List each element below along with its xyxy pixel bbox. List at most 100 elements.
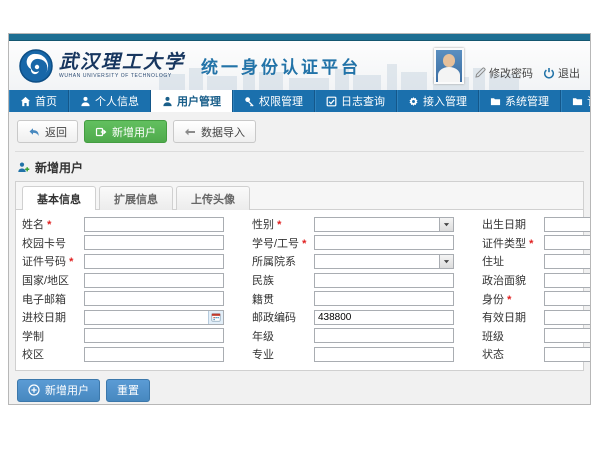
nav-tab-access[interactable]: 接入管理 bbox=[397, 90, 479, 112]
field-label-enroll-date: 进校日期 bbox=[22, 309, 84, 325]
form-actions: 新增用户 重置 bbox=[17, 379, 582, 402]
calendar-icon[interactable] bbox=[208, 311, 223, 324]
form-field-country: 国家/地区 bbox=[22, 272, 238, 289]
grade-input[interactable] bbox=[314, 328, 454, 343]
logout-link[interactable]: 退出 bbox=[543, 65, 580, 84]
change-password-link[interactable]: 修改密码 bbox=[474, 65, 533, 84]
app-header: 武汉理工大学 WUHAN UNIVERSITY OF TECHNOLOGY 统一… bbox=[9, 41, 590, 90]
address-input[interactable] bbox=[544, 254, 591, 269]
new-user-panel: 基本信息扩展信息上传头像 姓名 *性别 *出生日期 校园卡号 学号/工号 *证件… bbox=[15, 181, 584, 371]
form-field-identity: 身份 * bbox=[482, 290, 591, 307]
back-button[interactable]: 返回 bbox=[17, 120, 78, 143]
field-label-campus: 校区 bbox=[22, 346, 84, 362]
nav-tab-label: 个人信息 bbox=[95, 93, 139, 109]
folder-icon bbox=[490, 96, 501, 107]
chevron-down-icon[interactable] bbox=[439, 255, 453, 268]
home-icon bbox=[20, 96, 31, 107]
section-title-label: 新增用户 bbox=[35, 159, 83, 176]
schooling-length-input[interactable] bbox=[84, 328, 224, 343]
country-input[interactable] bbox=[84, 273, 224, 288]
brand-area: 武汉理工大学 WUHAN UNIVERSITY OF TECHNOLOGY 统一… bbox=[19, 49, 361, 83]
student-id-input[interactable] bbox=[314, 235, 454, 250]
field-label-email: 电子邮箱 bbox=[22, 291, 84, 307]
class-input[interactable] bbox=[544, 328, 591, 343]
postal-code-input[interactable] bbox=[314, 310, 454, 325]
nav-tab-perms[interactable]: 权限管理 bbox=[233, 90, 315, 112]
valid-date-input[interactable] bbox=[544, 310, 591, 325]
required-asterisk: * bbox=[47, 219, 51, 231]
nav-tab-system[interactable]: 系统管理 bbox=[479, 90, 561, 112]
major-input[interactable] bbox=[314, 347, 454, 362]
form-field-status: 状态 bbox=[482, 346, 591, 363]
university-name-en: WUHAN UNIVERSITY OF TECHNOLOGY bbox=[59, 73, 185, 79]
add-user-toolbar-button[interactable]: 新增用户 bbox=[84, 120, 167, 143]
section-title: 新增用户 bbox=[17, 159, 582, 176]
form-field-political-status: 政治面貌 bbox=[482, 272, 591, 289]
field-label-political-status: 政治面貌 bbox=[482, 272, 544, 288]
ethnicity-input[interactable] bbox=[314, 273, 454, 288]
identity-input[interactable] bbox=[544, 291, 591, 306]
nav-tab-home[interactable]: 首页 bbox=[9, 90, 69, 112]
data-import-button[interactable]: 数据导入 bbox=[173, 120, 256, 143]
tab-extended-info[interactable]: 扩展信息 bbox=[99, 186, 173, 210]
nav-tab-label: 系统管理 bbox=[505, 93, 549, 109]
required-asterisk: * bbox=[529, 238, 533, 250]
nav-tab-label: 订阅管理 bbox=[587, 93, 591, 109]
university-logo bbox=[19, 49, 53, 83]
logout-label: 退出 bbox=[558, 65, 580, 81]
form-field-major: 专业 bbox=[252, 346, 468, 363]
tab-basic-info[interactable]: 基本信息 bbox=[22, 186, 96, 210]
form-field-schooling-length: 学制 bbox=[22, 328, 238, 345]
back-button-label: 返回 bbox=[45, 124, 67, 140]
department-select[interactable] bbox=[314, 254, 454, 269]
campus-card-input[interactable] bbox=[84, 235, 224, 250]
nav-tab-label: 用户管理 bbox=[177, 93, 221, 109]
chevron-down-icon[interactable] bbox=[439, 218, 453, 231]
form-field-campus: 校区 bbox=[22, 346, 238, 363]
nav-tab-label: 日志查询 bbox=[341, 93, 385, 109]
submit-add-user-button[interactable]: 新增用户 bbox=[17, 379, 100, 402]
id-number-input[interactable] bbox=[84, 254, 224, 269]
log-icon bbox=[326, 96, 337, 107]
name-input[interactable] bbox=[84, 217, 224, 232]
enroll-date-input[interactable] bbox=[84, 310, 224, 325]
nav-tab-logs[interactable]: 日志查询 bbox=[315, 90, 397, 112]
nav-tab-users[interactable]: 用户管理 bbox=[151, 90, 233, 112]
field-label-identity: 身份 * bbox=[482, 291, 544, 307]
field-label-country: 国家/地区 bbox=[22, 272, 84, 288]
required-asterisk: * bbox=[277, 219, 281, 231]
form-field-ethnicity: 民族 bbox=[252, 272, 468, 289]
id-type-input[interactable] bbox=[544, 235, 591, 250]
field-label-address: 住址 bbox=[482, 253, 544, 269]
status-input[interactable] bbox=[544, 347, 591, 362]
reset-button[interactable]: 重置 bbox=[106, 379, 150, 402]
form-field-name: 姓名 * bbox=[22, 216, 238, 233]
political-status-input[interactable] bbox=[544, 273, 591, 288]
field-label-schooling-length: 学制 bbox=[22, 328, 84, 344]
toolbar: 返回 新增用户 数据导入 bbox=[15, 117, 584, 152]
form-field-student-id: 学号/工号 * bbox=[252, 235, 468, 252]
gender-select[interactable] bbox=[314, 217, 454, 232]
field-label-status: 状态 bbox=[482, 346, 544, 362]
form-field-department: 所属院系 bbox=[252, 253, 468, 270]
field-label-native-place: 籍贯 bbox=[252, 291, 314, 307]
nav-tab-subscribe[interactable]: 订阅管理 bbox=[561, 90, 591, 112]
app-window: 武汉理工大学 WUHAN UNIVERSITY OF TECHNOLOGY 统一… bbox=[8, 33, 591, 405]
tab-upload-avatar[interactable]: 上传头像 bbox=[176, 186, 250, 210]
campus-input[interactable] bbox=[84, 347, 224, 362]
field-label-id-number: 证件号码 * bbox=[22, 253, 84, 269]
birth-date-input[interactable] bbox=[544, 217, 591, 232]
university-name-cn: 武汉理工大学 bbox=[59, 53, 185, 72]
reset-button-label: 重置 bbox=[117, 382, 139, 398]
person-icon bbox=[162, 96, 173, 107]
form-field-id-type: 证件类型 * bbox=[482, 235, 591, 252]
nav-tab-profile[interactable]: 个人信息 bbox=[69, 90, 151, 112]
user-avatar[interactable] bbox=[434, 48, 464, 84]
field-label-valid-date: 有效日期 bbox=[482, 309, 544, 325]
native-place-input[interactable] bbox=[314, 291, 454, 306]
field-label-major: 专业 bbox=[252, 346, 314, 362]
email-input[interactable] bbox=[84, 291, 224, 306]
form-field-email: 电子邮箱 bbox=[22, 290, 238, 307]
form-field-valid-date: 有效日期 bbox=[482, 309, 591, 326]
form-field-class: 班级 bbox=[482, 328, 591, 345]
